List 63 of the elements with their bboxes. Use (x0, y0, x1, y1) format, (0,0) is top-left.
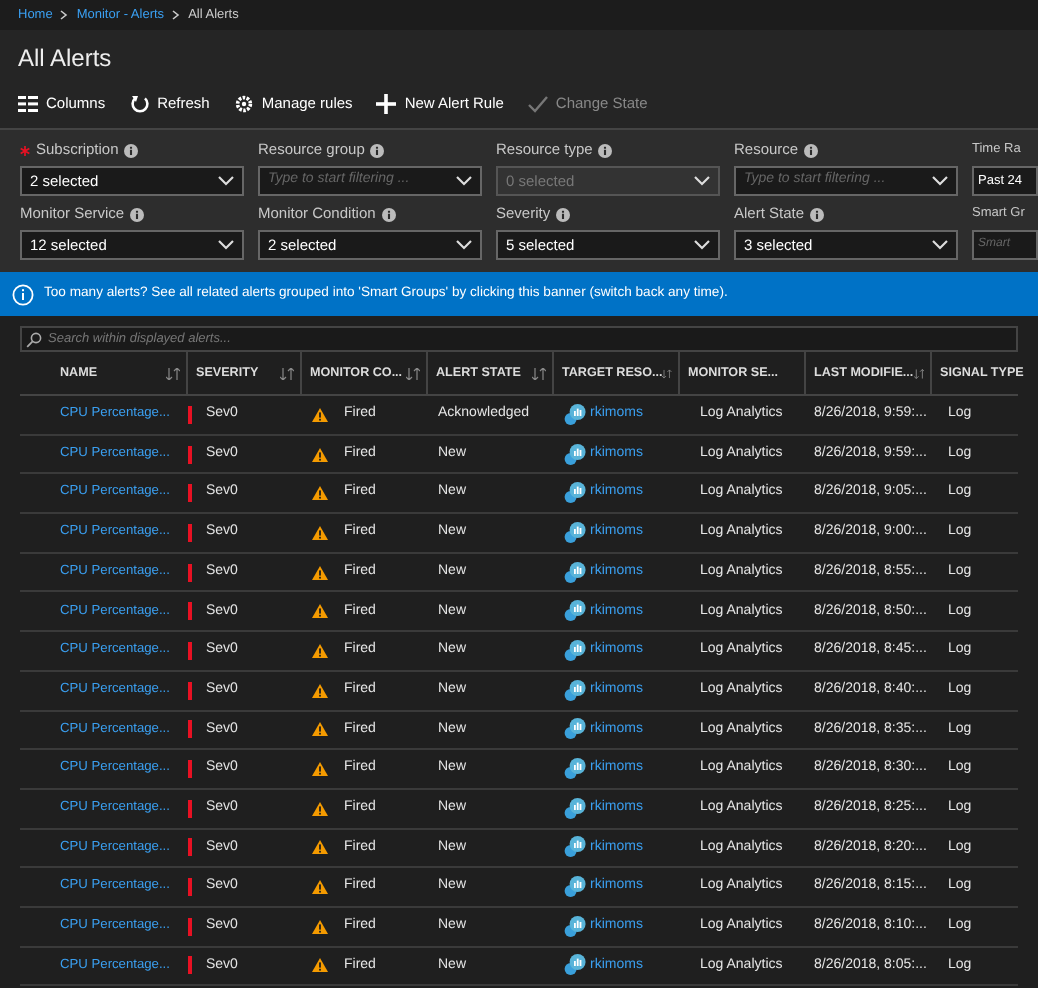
sort-icon (166, 367, 180, 379)
workspace-icon (564, 679, 586, 702)
chevron-down-icon (932, 176, 948, 186)
workspace-icon (564, 600, 586, 623)
warning-icon (312, 604, 328, 619)
info-icon (12, 283, 34, 305)
info-icon (556, 207, 571, 221)
sort-icon (913, 367, 924, 379)
warning-icon (312, 407, 328, 422)
warning-icon (312, 486, 328, 501)
warning-icon (312, 840, 328, 855)
warning-icon (312, 801, 328, 816)
workspace-icon (564, 718, 586, 741)
workspace-icon (564, 639, 586, 662)
sort-icon (280, 367, 294, 379)
workspace-icon (564, 443, 586, 466)
warning-icon (312, 722, 328, 737)
workspace-icon (564, 758, 586, 781)
info-icon (370, 143, 385, 157)
chevron-right-icon (60, 10, 69, 20)
chevron-down-icon (218, 176, 234, 186)
refresh-icon (129, 94, 150, 114)
info-icon (598, 143, 613, 157)
workspace-icon (564, 403, 586, 426)
chevron-down-icon (456, 240, 472, 250)
workspace-icon (564, 876, 586, 899)
chevron-down-icon (456, 176, 472, 186)
workspace-icon (564, 915, 586, 938)
info-icon (810, 207, 825, 221)
workspace-icon (564, 482, 586, 505)
info-icon (804, 143, 819, 157)
warning-icon (312, 683, 328, 698)
search-icon (26, 331, 42, 347)
warning-icon (312, 919, 328, 934)
workspace-icon (564, 521, 586, 544)
warning-icon (312, 958, 328, 973)
workspace-icon (564, 561, 586, 584)
workspace-icon (564, 797, 586, 820)
warning-icon (312, 762, 328, 777)
warning-icon (312, 525, 328, 540)
info-icon (124, 143, 139, 157)
warning-icon (312, 565, 328, 580)
columns-icon (18, 94, 38, 114)
chevron-down-icon (694, 176, 710, 186)
chevron-down-icon (694, 240, 710, 250)
info-icon (130, 207, 145, 221)
warning-icon (312, 643, 328, 658)
workspace-icon (564, 836, 586, 859)
sort-icon (662, 367, 672, 379)
sort-icon (406, 367, 420, 379)
warning-icon (312, 880, 328, 895)
chevron-down-icon (932, 240, 948, 250)
sort-icon (532, 367, 546, 379)
chevron-right-icon (172, 10, 181, 20)
required-icon (20, 145, 30, 155)
check-icon (527, 94, 548, 114)
chevron-down-icon (218, 240, 234, 250)
plus-icon (376, 94, 397, 114)
info-icon (381, 207, 396, 221)
workspace-icon (564, 954, 586, 977)
warning-icon (312, 447, 328, 462)
settings-icon (233, 94, 254, 114)
page-title: All Alerts (18, 41, 112, 75)
